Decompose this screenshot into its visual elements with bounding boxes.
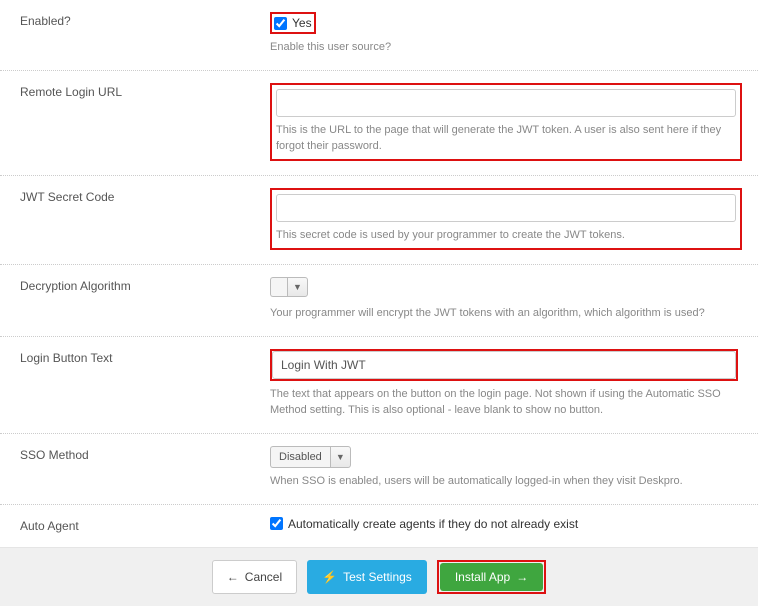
label-algorithm: Decryption Algorithm xyxy=(20,277,270,322)
value-enabled: Yes Enable this user source? xyxy=(270,12,738,56)
install-app-button[interactable]: Install App xyxy=(440,563,543,591)
enabled-checkbox-label: Yes xyxy=(292,16,312,30)
algorithm-select[interactable]: ▼ xyxy=(270,277,308,297)
value-secret: This secret code is used by your program… xyxy=(270,188,742,250)
bolt-icon xyxy=(322,570,337,584)
secret-input[interactable] xyxy=(276,194,736,222)
test-button-label: Test Settings xyxy=(343,570,412,584)
arrow-right-icon xyxy=(516,570,528,584)
row-auto-agent: Auto Agent Automatically create agents i… xyxy=(0,505,758,547)
value-button-text: The text that appears on the button on t… xyxy=(270,349,738,419)
help-algorithm: Your programmer will encrypt the JWT tok… xyxy=(270,306,738,322)
label-auto-agent: Auto Agent xyxy=(20,517,270,533)
help-remote-url: This is the URL to the page that will ge… xyxy=(276,123,736,155)
row-algorithm: Decryption Algorithm ▼ Your programmer w… xyxy=(0,265,758,337)
install-button-label: Install App xyxy=(455,570,510,584)
cancel-button[interactable]: Cancel xyxy=(212,560,297,594)
auto-agent-checkbox[interactable] xyxy=(270,517,283,530)
remote-url-input[interactable] xyxy=(276,89,736,117)
highlight-enabled: Yes xyxy=(270,12,316,34)
chevron-down-icon: ▼ xyxy=(287,277,308,297)
highlight-secret: This secret code is used by your program… xyxy=(270,188,742,250)
chevron-down-icon: ▼ xyxy=(330,446,351,468)
button-text-input[interactable] xyxy=(272,351,736,379)
value-remote-url: This is the URL to the page that will ge… xyxy=(270,83,742,161)
settings-form: Enabled? Yes Enable this user source? Re… xyxy=(0,0,758,547)
highlight-remote-url: This is the URL to the page that will ge… xyxy=(270,83,742,161)
help-button-text: The text that appears on the button on t… xyxy=(270,387,738,419)
arrow-left-icon xyxy=(227,570,239,584)
sso-selected: Disabled xyxy=(270,446,330,468)
highlight-button-text xyxy=(270,349,738,381)
label-sso: SSO Method xyxy=(20,446,270,490)
highlight-install: Install App xyxy=(437,560,546,594)
row-enabled: Enabled? Yes Enable this user source? xyxy=(0,0,758,71)
auto-agent-checkbox-label: Automatically create agents if they do n… xyxy=(288,517,578,531)
enabled-checkbox[interactable] xyxy=(274,17,287,30)
cancel-button-label: Cancel xyxy=(245,570,282,584)
help-sso: When SSO is enabled, users will be autom… xyxy=(270,474,738,490)
sso-select[interactable]: Disabled ▼ xyxy=(270,446,351,468)
row-button-text: Login Button Text The text that appears … xyxy=(0,337,758,434)
label-remote-url: Remote Login URL xyxy=(20,83,270,161)
label-enabled: Enabled? xyxy=(20,12,270,56)
value-auto-agent: Automatically create agents if they do n… xyxy=(270,517,738,533)
label-secret: JWT Secret Code xyxy=(20,188,270,250)
value-sso: Disabled ▼ When SSO is enabled, users wi… xyxy=(270,446,738,490)
label-button-text: Login Button Text xyxy=(20,349,270,419)
test-settings-button[interactable]: Test Settings xyxy=(307,560,427,594)
footer-actions: Cancel Test Settings Install App xyxy=(0,547,758,606)
row-sso: SSO Method Disabled ▼ When SSO is enable… xyxy=(0,434,758,505)
row-remote-url: Remote Login URL This is the URL to the … xyxy=(0,71,758,176)
algorithm-selected xyxy=(270,277,287,297)
row-secret: JWT Secret Code This secret code is used… xyxy=(0,176,758,265)
value-algorithm: ▼ Your programmer will encrypt the JWT t… xyxy=(270,277,738,322)
help-enabled: Enable this user source? xyxy=(270,40,738,56)
help-secret: This secret code is used by your program… xyxy=(276,228,736,244)
